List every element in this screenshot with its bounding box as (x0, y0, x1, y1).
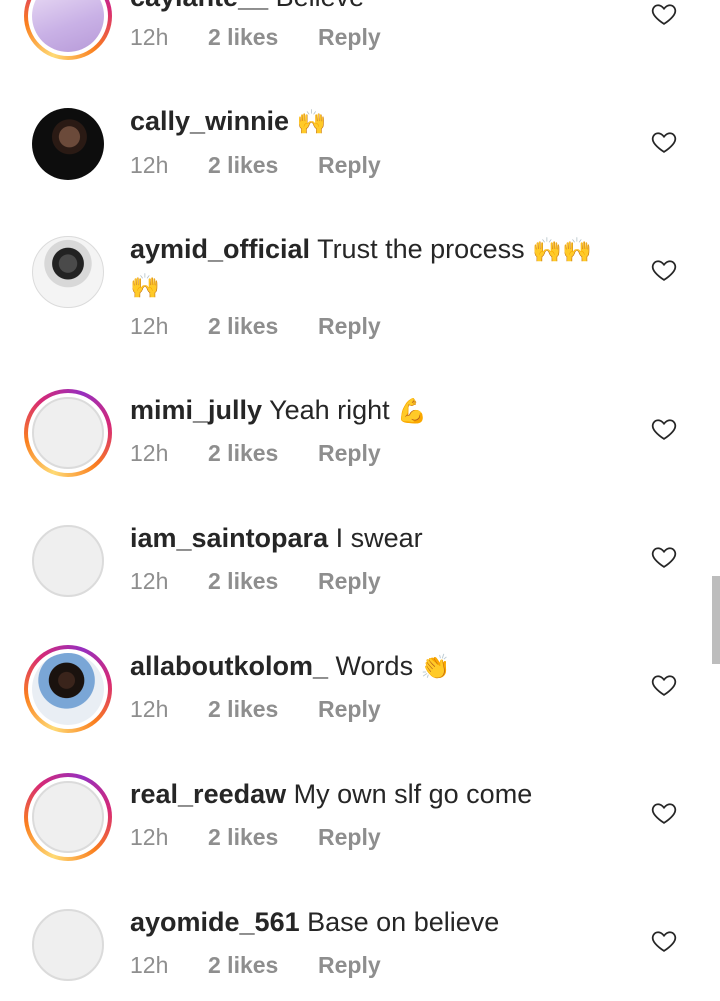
avatar-button[interactable] (24, 0, 112, 60)
comment-time: 12h (130, 440, 169, 466)
comment-username[interactable]: ayomide_561 (130, 907, 300, 937)
comment-text: mimi_jully Yeah right 💪 (130, 393, 620, 429)
heart-outline-icon[interactable] (650, 128, 678, 156)
comment-text: ayomide_561 Base on believe (130, 905, 620, 940)
heart-outline-icon[interactable] (650, 0, 678, 28)
comment-username[interactable]: caylante__ (130, 0, 268, 12)
comment-text: aymid_official Trust the process 🙌🙌🙌 (130, 232, 620, 304)
avatar-button[interactable] (24, 773, 112, 861)
avatar (32, 781, 104, 853)
avatar-button[interactable] (24, 228, 112, 316)
reply-button[interactable]: Reply (318, 22, 381, 52)
comment-time: 12h (130, 152, 169, 178)
flexed-biceps-emoji: 💪 (397, 397, 428, 425)
comment-time: 12h (130, 313, 169, 339)
heart-outline-icon[interactable] (650, 927, 678, 955)
comment-meta: 12h 2 likes Reply (130, 566, 381, 596)
avatar (32, 236, 104, 308)
comment-text: cally_winnie 🙌 (130, 104, 620, 140)
reply-button[interactable]: Reply (318, 566, 381, 596)
comment-likes[interactable]: 2 likes (208, 150, 318, 180)
comment-text: real_reedaw My own slf go come (130, 777, 620, 812)
comment-username[interactable]: cally_winnie (130, 106, 289, 136)
comment-text: caylante__ Believe (130, 0, 620, 15)
comment-body: Trust the process (317, 234, 525, 264)
comment-time: 12h (130, 24, 169, 50)
comment-meta: 12h 2 likes Reply (130, 694, 381, 724)
comment-likes[interactable]: 2 likes (208, 311, 318, 341)
comment-time: 12h (130, 824, 169, 850)
scrollbar-thumb[interactable] (712, 576, 720, 664)
heart-outline-icon[interactable] (650, 415, 678, 443)
comment-body: Words (335, 651, 414, 681)
heart-outline-icon[interactable] (650, 799, 678, 827)
comment-likes[interactable]: 2 likes (208, 822, 318, 852)
comment-time: 12h (130, 952, 169, 978)
avatar (32, 653, 104, 725)
avatar-button[interactable] (24, 100, 112, 188)
comment-likes[interactable]: 2 likes (208, 694, 318, 724)
avatar-button[interactable] (24, 645, 112, 733)
comment-body: I swear (335, 523, 423, 553)
comment-time: 12h (130, 696, 169, 722)
avatar (32, 909, 104, 981)
avatar (32, 108, 104, 180)
comment-likes[interactable]: 2 likes (208, 950, 318, 980)
reply-button[interactable]: Reply (318, 950, 381, 980)
comment-username[interactable]: real_reedaw (130, 779, 286, 809)
reply-button[interactable]: Reply (318, 694, 381, 724)
avatar (32, 397, 104, 469)
comment-text: iam_saintopara I swear (130, 521, 620, 556)
comment-likes[interactable]: 2 likes (208, 566, 318, 596)
avatar-button[interactable] (24, 517, 112, 605)
comment-username[interactable]: mimi_jully (130, 395, 262, 425)
comment-body: Believe (276, 0, 365, 12)
clapping-hands-emoji: 👏 (420, 653, 451, 681)
comment-body: Yeah right (269, 395, 390, 425)
comment-meta: 12h 2 likes Reply (130, 150, 381, 180)
comment-text: allaboutkolom_ Words 👏 (130, 649, 620, 685)
reply-button[interactable]: Reply (318, 311, 381, 341)
heart-outline-icon[interactable] (650, 671, 678, 699)
comment-meta: 12h 2 likes Reply (130, 950, 381, 980)
comment-username[interactable]: aymid_official (130, 234, 310, 264)
comment-body: My own slf go come (293, 779, 533, 809)
comment-meta: 12h 2 likes Reply (130, 22, 381, 52)
comment-meta: 12h 2 likes Reply (130, 311, 381, 341)
raised-hands-emoji: 🙌 (296, 108, 327, 136)
avatar-button[interactable] (24, 389, 112, 477)
comment-body: Base on believe (307, 907, 500, 937)
comment-username[interactable]: allaboutkolom_ (130, 651, 328, 681)
comment-likes[interactable]: 2 likes (208, 438, 318, 468)
comment-meta: 12h 2 likes Reply (130, 438, 381, 468)
reply-button[interactable]: Reply (318, 150, 381, 180)
avatar-button[interactable] (24, 901, 112, 989)
heart-outline-icon[interactable] (650, 543, 678, 571)
comment-username[interactable]: iam_saintopara (130, 523, 328, 553)
comment-likes[interactable]: 2 likes (208, 22, 318, 52)
heart-outline-icon[interactable] (650, 256, 678, 284)
reply-button[interactable]: Reply (318, 438, 381, 468)
avatar (32, 525, 104, 597)
reply-button[interactable]: Reply (318, 822, 381, 852)
comment-time: 12h (130, 568, 169, 594)
comment-meta: 12h 2 likes Reply (130, 822, 381, 852)
